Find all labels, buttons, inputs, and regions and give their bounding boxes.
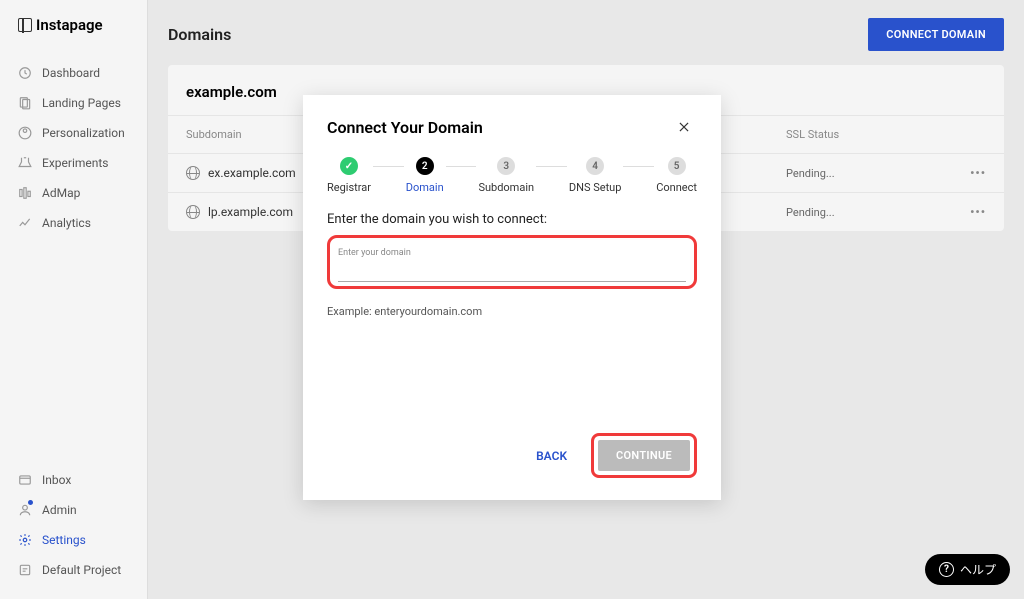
sidebar-item-settings[interactable]: Settings: [0, 525, 147, 555]
connect-domain-button[interactable]: CONNECT DOMAIN: [868, 18, 1004, 51]
sidebar-item-label: Experiments: [42, 156, 109, 170]
step-registrar: ✓ Registrar: [327, 157, 371, 194]
pages-icon: [18, 96, 32, 110]
step-number: 4: [586, 157, 604, 175]
step-subdomain: 3 Subdomain: [478, 157, 534, 194]
project-icon: [18, 563, 32, 577]
domain-input-highlight: Enter your domain: [327, 235, 697, 289]
step-number: 3: [497, 157, 515, 175]
subdomain-value: lp.example.com: [208, 205, 293, 219]
sidebar-item-landing-pages[interactable]: Landing Pages: [0, 88, 147, 118]
globe-icon: [186, 166, 200, 180]
inbox-icon: [18, 473, 32, 487]
personalization-icon: [18, 126, 32, 140]
main-nav: Dashboard Landing Pages Personalization …: [0, 52, 147, 465]
close-icon: [677, 120, 691, 134]
page-title: Domains: [168, 25, 231, 44]
close-button[interactable]: [677, 117, 697, 137]
analytics-icon: [18, 216, 32, 230]
step-label: DNS Setup: [569, 181, 622, 194]
sidebar-item-label: Settings: [42, 533, 86, 547]
step-label: Subdomain: [478, 181, 534, 194]
step-number: 5: [668, 157, 686, 175]
row-actions-button[interactable]: •••: [946, 166, 986, 180]
sidebar-item-admap[interactable]: AdMap: [0, 178, 147, 208]
sidebar-item-dashboard[interactable]: Dashboard: [0, 58, 147, 88]
help-label: ヘルプ: [960, 561, 996, 578]
step-number: 2: [416, 157, 434, 175]
help-button[interactable]: ? ヘルプ: [925, 554, 1010, 585]
back-button[interactable]: BACK: [524, 439, 579, 473]
example-text: Example: enteryourdomain.com: [327, 305, 697, 318]
sidebar-item-label: Default Project: [42, 563, 121, 577]
stepper: ✓ Registrar 2 Domain 3 Subdomain 4 DNS S…: [327, 157, 697, 194]
row-actions-button[interactable]: •••: [946, 205, 986, 219]
step-domain: 2 Domain: [406, 157, 444, 194]
sidebar-item-label: Admin: [42, 503, 77, 517]
nav-bottom: Inbox Admin Settings Default Project: [0, 465, 147, 599]
page-header: Domains CONNECT DOMAIN: [148, 0, 1024, 65]
ssl-status: Pending...: [786, 167, 946, 180]
domain-input[interactable]: [338, 261, 686, 282]
sidebar-item-label: Inbox: [42, 473, 71, 487]
sidebar-item-default-project[interactable]: Default Project: [0, 555, 147, 585]
brand-name: Instapage: [36, 16, 103, 34]
sidebar-item-inbox[interactable]: Inbox: [0, 465, 147, 495]
sidebar-item-label: Personalization: [42, 126, 125, 140]
help-icon: ?: [939, 562, 954, 577]
step-dns-setup: 4 DNS Setup: [569, 157, 622, 194]
instruction-text: Enter the domain you wish to connect:: [327, 212, 697, 227]
admap-icon: [18, 186, 32, 200]
dashboard-icon: [18, 66, 32, 80]
continue-button[interactable]: CONTINUE: [598, 440, 690, 471]
sidebar-item-admin[interactable]: Admin: [0, 495, 147, 525]
admin-icon: [18, 503, 32, 517]
step-connect: 5 Connect: [656, 157, 697, 194]
connect-domain-modal: Connect Your Domain ✓ Registrar 2 Domain…: [303, 95, 721, 500]
input-label: Enter your domain: [338, 248, 686, 258]
step-label: Connect: [656, 181, 697, 194]
check-icon: ✓: [340, 157, 358, 175]
col-ssl: SSL Status: [786, 128, 986, 141]
continue-button-highlight: CONTINUE: [591, 433, 697, 478]
sidebar-item-experiments[interactable]: Experiments: [0, 148, 147, 178]
experiments-icon: [18, 156, 32, 170]
sidebar: Instapage Dashboard Landing Pages Person…: [0, 0, 148, 599]
notification-dot: [28, 500, 33, 505]
step-label: Registrar: [327, 181, 371, 194]
globe-icon: [186, 205, 200, 219]
sidebar-item-analytics[interactable]: Analytics: [0, 208, 147, 238]
ssl-status: Pending...: [786, 206, 946, 219]
settings-icon: [18, 533, 32, 547]
step-label: Domain: [406, 181, 444, 194]
sidebar-item-personalization[interactable]: Personalization: [0, 118, 147, 148]
subdomain-value: ex.example.com: [208, 166, 296, 180]
logo-icon: [18, 18, 32, 32]
sidebar-item-label: Landing Pages: [42, 96, 121, 110]
modal-title: Connect Your Domain: [327, 118, 483, 137]
brand-logo[interactable]: Instapage: [0, 0, 147, 52]
sidebar-item-label: AdMap: [42, 186, 80, 200]
sidebar-item-label: Analytics: [42, 216, 91, 230]
sidebar-item-label: Dashboard: [42, 66, 100, 80]
